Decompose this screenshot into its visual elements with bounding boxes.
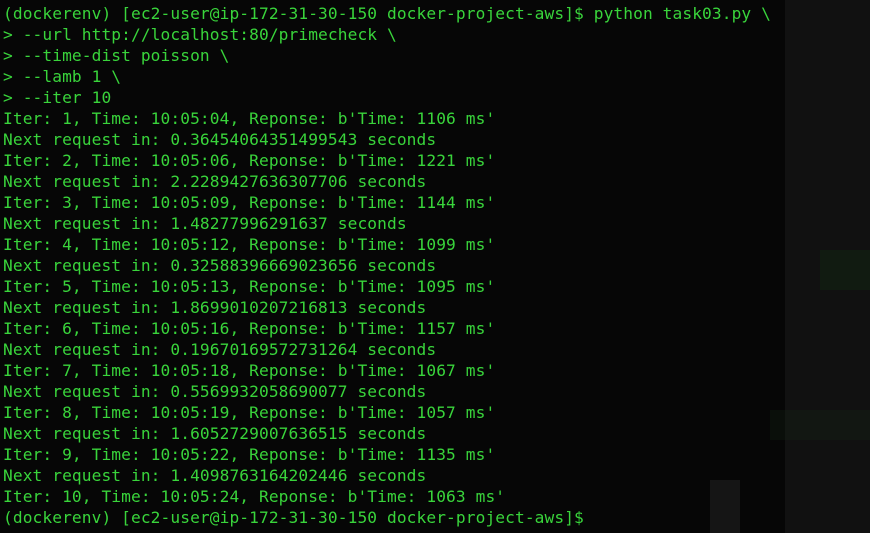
terminal-window[interactable]: (dockerenv) [ec2-user@ip-172-31-30-150 d…	[0, 0, 870, 533]
output-line: Iter: 7, Time: 10:05:18, Reponse: b'Time…	[3, 361, 496, 380]
output-line: Next request in: 0.32588396669023656 sec…	[3, 256, 437, 275]
output-line: Next request in: 0.19670169572731264 sec…	[3, 340, 437, 359]
output-line: Next request in: 1.4098763164202446 seco…	[3, 466, 427, 485]
command-line: (dockerenv) [ec2-user@ip-172-31-30-150 d…	[3, 4, 771, 23]
output-line: Iter: 2, Time: 10:05:06, Reponse: b'Time…	[3, 151, 496, 170]
output-line: Next request in: 0.5569932058690077 seco…	[3, 382, 427, 401]
output-line: Iter: 5, Time: 10:05:13, Reponse: b'Time…	[3, 277, 496, 296]
terminal-output: (dockerenv) [ec2-user@ip-172-31-30-150 d…	[3, 3, 771, 528]
command-continuation-line: > --time-dist poisson \	[3, 46, 230, 65]
background-shadow	[820, 250, 870, 290]
background-shadow	[770, 410, 870, 440]
command-continuation-line: > --url http://localhost:80/primecheck \	[3, 25, 397, 44]
output-line: Iter: 6, Time: 10:05:16, Reponse: b'Time…	[3, 319, 496, 338]
output-line: Next request in: 1.8699010207216813 seco…	[3, 298, 427, 317]
output-line: Iter: 10, Time: 10:05:24, Reponse: b'Tim…	[3, 487, 506, 506]
output-line: Iter: 1, Time: 10:05:04, Reponse: b'Time…	[3, 109, 496, 128]
prompt-text: (dockerenv) [ec2-user@ip-172-31-30-150 d…	[3, 508, 584, 527]
output-line: Next request in: 2.2289427636307706 seco…	[3, 172, 427, 191]
output-line: Iter: 4, Time: 10:05:12, Reponse: b'Time…	[3, 235, 496, 254]
output-line: Iter: 3, Time: 10:05:09, Reponse: b'Time…	[3, 193, 496, 212]
cursor	[586, 509, 595, 526]
output-line: Iter: 8, Time: 10:05:19, Reponse: b'Time…	[3, 403, 496, 422]
command-continuation-line: > --lamb 1 \	[3, 67, 122, 86]
shell-prompt[interactable]: (dockerenv) [ec2-user@ip-172-31-30-150 d…	[3, 507, 771, 528]
output-line: Iter: 9, Time: 10:05:22, Reponse: b'Time…	[3, 445, 496, 464]
output-line: Next request in: 1.48277996291637 second…	[3, 214, 407, 233]
output-line: Next request in: 1.6052729007636515 seco…	[3, 424, 427, 443]
command-continuation-line: > --iter 10	[3, 88, 112, 107]
output-line: Next request in: 0.36454064351499543 sec…	[3, 130, 437, 149]
